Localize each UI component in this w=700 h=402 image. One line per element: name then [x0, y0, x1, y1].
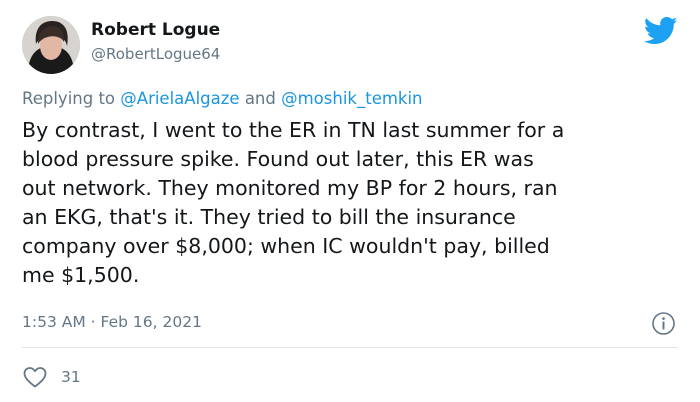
tweet-time: 1:53 AM [22, 313, 86, 331]
tweet-date: Feb 16, 2021 [100, 313, 202, 331]
reply-prefix: Replying to [22, 89, 116, 108]
like-button[interactable]: 31 [22, 365, 81, 389]
tweet-line: an EKG, that's it. They tried to bill th… [22, 205, 516, 229]
heart-icon [23, 367, 47, 388]
divider [22, 347, 678, 348]
tweet-text: By contrast, I went to the ER in TN last… [22, 116, 682, 290]
author-handle[interactable]: @RobertLogue64 [91, 45, 220, 63]
reply-connector: and [244, 89, 276, 108]
like-count: 31 [61, 368, 81, 386]
tweet-line: me $1,500. [22, 263, 140, 287]
reply-mention-1[interactable]: @ArielaAlgaze [120, 89, 239, 108]
tweet-line: blood pressure spike. Found out later, t… [22, 147, 534, 171]
timestamp-separator: · [90, 313, 96, 331]
twitter-bird-icon[interactable] [643, 16, 678, 46]
tweet-line: company over $8,000; when IC wouldn't pa… [22, 234, 550, 258]
avatar[interactable] [22, 16, 80, 74]
tweet-line: out network. They monitored my BP for 2 … [22, 176, 558, 200]
reply-context: Replying to @ArielaAlgaze and @moshik_te… [22, 89, 423, 108]
author-name[interactable]: Robert Logue [91, 20, 220, 40]
info-icon[interactable] [651, 311, 676, 336]
tweet-timestamp[interactable]: 1:53 AM · Feb 16, 2021 [22, 313, 202, 331]
reply-mention-2[interactable]: @moshik_temkin [281, 89, 422, 108]
tweet-line: By contrast, I went to the ER in TN last… [22, 118, 565, 142]
